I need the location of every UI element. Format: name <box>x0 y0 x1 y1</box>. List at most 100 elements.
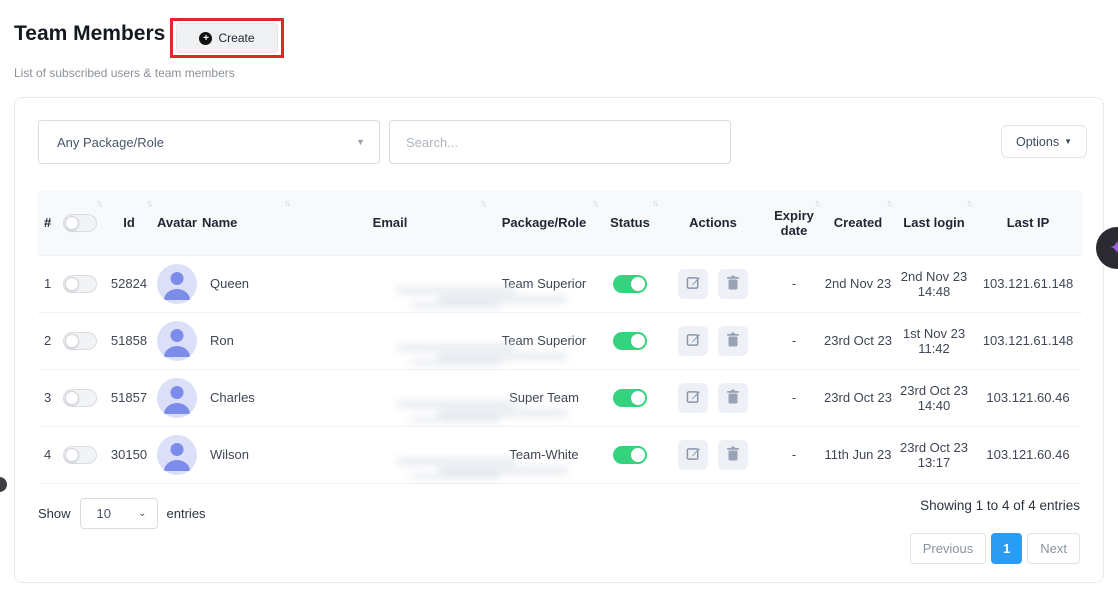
cell-package-role: Team Superior <box>488 255 600 312</box>
edit-icon <box>686 332 701 350</box>
sort-arrows-icon: ↑↓ <box>814 198 819 208</box>
options-button[interactable]: Options ▼ <box>1001 125 1087 158</box>
cell-last-ip: 103.121.61.148 <box>974 255 1082 312</box>
header-package-role[interactable]: Package/Role↑↓ <box>488 191 600 255</box>
row-select-toggle[interactable] <box>63 446 97 464</box>
header-status[interactable]: Status↑↓ <box>600 191 660 255</box>
delete-button[interactable] <box>718 326 748 356</box>
delete-button[interactable] <box>718 440 748 470</box>
delete-button[interactable] <box>718 269 748 299</box>
trash-icon <box>726 332 740 350</box>
status-toggle[interactable] <box>613 275 647 293</box>
header-id[interactable]: Id↑↓ <box>104 191 154 255</box>
sort-arrows-icon: ↑↓ <box>652 198 657 208</box>
delete-button[interactable] <box>718 383 748 413</box>
previous-page-button[interactable]: Previous <box>910 533 987 564</box>
cell-name: Wilson <box>200 426 292 483</box>
page-length-control: Show 10 ⌄ entries <box>38 498 206 529</box>
trash-icon <box>726 446 740 464</box>
search-input[interactable] <box>389 120 731 164</box>
header-last-login[interactable]: Last login↑↓ <box>894 191 974 255</box>
chevron-down-icon: ▼ <box>356 137 365 147</box>
edit-icon <box>686 446 701 464</box>
next-page-button[interactable]: Next <box>1027 533 1080 564</box>
cell-last-login: 2nd Nov 23 14:48 <box>894 255 974 312</box>
sort-arrows-icon: ↑↓ <box>480 198 485 208</box>
edit-button[interactable] <box>678 383 708 413</box>
sort-arrows-icon: ↑↓ <box>146 198 151 208</box>
avatar <box>157 378 197 418</box>
trash-icon <box>726 389 740 407</box>
options-button-label: Options <box>1016 135 1059 149</box>
edit-icon <box>686 275 701 293</box>
trash-icon <box>726 275 740 293</box>
select-all-toggle[interactable] <box>63 214 97 232</box>
cell-id: 51858 <box>104 312 154 369</box>
sparkle-icon: ✦ <box>1109 239 1118 258</box>
show-label: Show <box>38 506 71 521</box>
create-button[interactable]: + Create <box>176 23 278 53</box>
cell-created: 23rd Oct 23 <box>822 312 894 369</box>
cell-last-login: 23rd Oct 23 14:40 <box>894 369 974 426</box>
header-avatar: Avatar <box>154 191 200 255</box>
header-email[interactable]: Email↑↓ <box>292 191 488 255</box>
sort-arrows-icon: ↑↓ <box>284 198 289 208</box>
table-row: 430150WilsonTeam-White-11th Jun 2323rd O… <box>38 426 1082 483</box>
status-toggle[interactable] <box>613 332 647 350</box>
sort-arrows-icon: ↑↓ <box>96 198 101 208</box>
avatar <box>157 435 197 475</box>
entries-per-page-select[interactable]: 10 ⌄ <box>80 498 158 529</box>
cell-created: 11th Jun 23 <box>822 426 894 483</box>
cell-last-login: 23rd Oct 23 13:17 <box>894 426 974 483</box>
entries-per-page-value: 10 <box>97 506 111 521</box>
table-row: 251858RonTeam Superior-23rd Oct 231st No… <box>38 312 1082 369</box>
edit-button[interactable] <box>678 269 708 299</box>
status-toggle[interactable] <box>613 389 647 407</box>
status-toggle[interactable] <box>613 446 647 464</box>
cell-created: 2nd Nov 23 <box>822 255 894 312</box>
page-1-button[interactable]: 1 <box>991 533 1022 564</box>
header-index-label: # <box>44 215 51 230</box>
header-name[interactable]: Name↑↓ <box>200 191 292 255</box>
cell-id: 30150 <box>104 426 154 483</box>
pagination: Previous 1 Next <box>910 533 1080 564</box>
row-index: 1 <box>44 276 51 291</box>
avatar <box>157 264 197 304</box>
cell-name: Queen <box>200 255 292 312</box>
edit-button[interactable] <box>678 326 708 356</box>
cell-id: 52824 <box>104 255 154 312</box>
cell-package-role: Super Team <box>488 369 600 426</box>
header-created[interactable]: Created↑↓ <box>822 191 894 255</box>
row-select-toggle[interactable] <box>63 389 97 407</box>
plus-circle-icon: + <box>199 32 212 45</box>
cell-package-role: Team-White <box>488 426 600 483</box>
cell-expiry-date: - <box>766 426 822 483</box>
package-role-filter-select[interactable]: Any Package/Role ▼ <box>38 120 380 164</box>
edit-icon <box>686 389 701 407</box>
create-button-highlight-box: + Create <box>170 18 284 58</box>
row-select-toggle[interactable] <box>63 275 97 293</box>
cell-last-ip: 103.121.60.46 <box>974 426 1082 483</box>
edge-handle[interactable] <box>0 477 7 492</box>
table-row: 1 52824 Queen Team Superior -2nd Nov 232nd N… <box>38 255 1082 312</box>
header-expiry-date[interactable]: Expiry date↑↓ <box>766 191 822 255</box>
cell-last-ip: 103.121.61.148 <box>974 312 1082 369</box>
create-button-label: Create <box>218 31 254 45</box>
sort-arrows-icon: ↑↓ <box>886 198 891 208</box>
header-index[interactable]: # ↑↓ <box>38 191 104 255</box>
cell-expiry-date: - <box>766 369 822 426</box>
row-index: 2 <box>44 333 51 348</box>
table-row: 351857CharlesSuper Team-23rd Oct 2323rd … <box>38 369 1082 426</box>
row-select-toggle[interactable] <box>63 332 97 350</box>
row-index: 3 <box>44 390 51 405</box>
sort-arrows-icon: ↑↓ <box>966 198 971 208</box>
team-members-card: Any Package/Role ▼ Options ▼ # ↑↓ Id↑↓ <box>14 97 1104 583</box>
cell-expiry-date: - <box>766 255 822 312</box>
header-last-ip: Last IP <box>974 191 1082 255</box>
edit-button[interactable] <box>678 440 708 470</box>
cell-expiry-date: - <box>766 312 822 369</box>
page-subtitle: List of subscribed users & team members <box>14 66 235 80</box>
cell-name: Charles <box>200 369 292 426</box>
cell-last-ip: 103.121.60.46 <box>974 369 1082 426</box>
entries-label: entries <box>167 506 206 521</box>
